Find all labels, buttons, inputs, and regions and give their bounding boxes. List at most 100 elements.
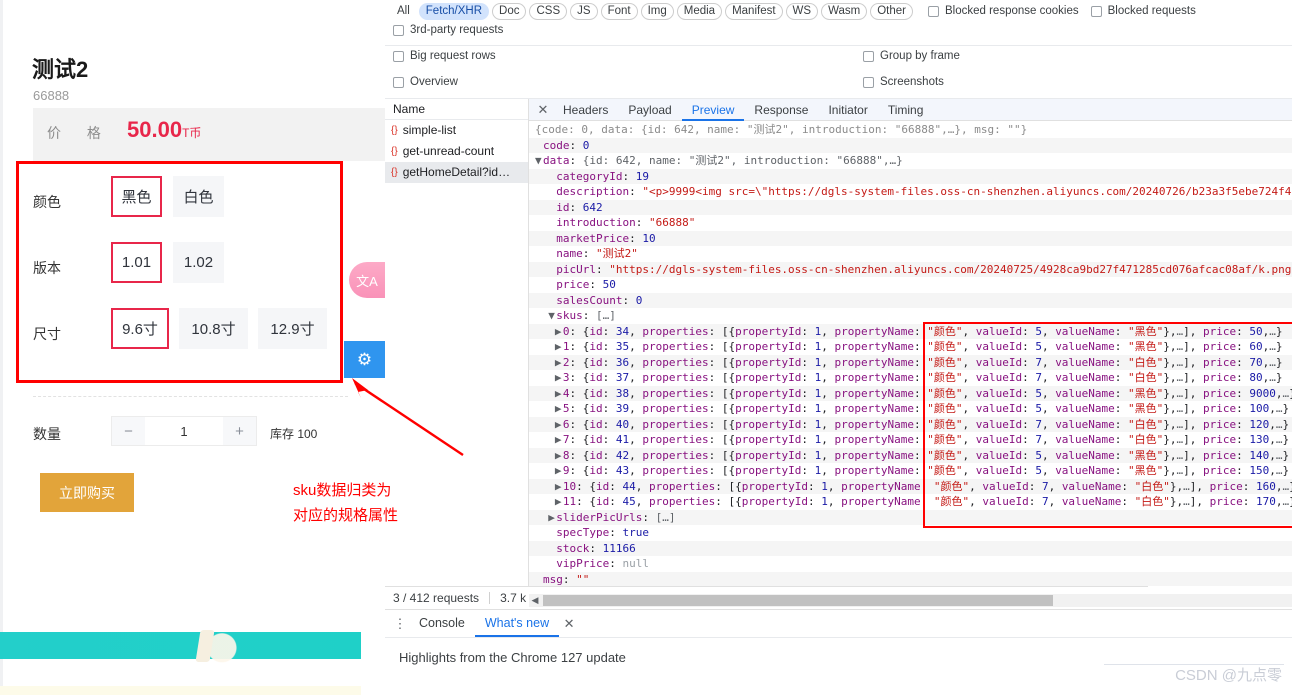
json-line-sku-3[interactable]: ▶3: {id: 37, properties: [{propertyId: 1…: [529, 370, 1292, 386]
json-line-sku-4[interactable]: ▶4: {id: 38, properties: [{propertyId: 1…: [529, 385, 1292, 401]
json-line-picUrl[interactable]: picUrl: "https://dgls-system-files.oss-c…: [529, 261, 1292, 277]
quantity-decrease-button[interactable]: −: [112, 417, 145, 445]
checkbox-box: [863, 76, 874, 88]
tab-timing[interactable]: Timing: [878, 99, 934, 121]
filter-type-fetch-xhr[interactable]: Fetch/XHR: [418, 2, 490, 20]
checkbox-label: Blocked response cookies: [945, 5, 1079, 17]
filter-type-ws[interactable]: WS: [785, 2, 819, 20]
json-line-skus[interactable]: ▼skus: […]: [529, 308, 1292, 324]
json-line-sku-2[interactable]: ▶2: {id: 36, properties: [{propertyId: 1…: [529, 354, 1292, 370]
json-line-introduction[interactable]: introduction: "66888": [529, 215, 1292, 231]
json-line-categoryId[interactable]: categoryId: 19: [529, 168, 1292, 184]
spec-label-size: 尺寸: [33, 326, 61, 342]
filter-type-img[interactable]: Img: [640, 2, 674, 20]
drawer-close-icon[interactable]: ✕: [559, 610, 579, 637]
quantity-value[interactable]: 1: [145, 417, 223, 445]
spec-option-version-102[interactable]: 1.02: [173, 242, 224, 283]
json-line-price[interactable]: price: 50: [529, 277, 1292, 293]
json-icon: {}: [391, 146, 398, 157]
checkbox-box: [393, 50, 404, 62]
json-line-sku-9[interactable]: ▶9: {id: 43, properties: [{propertyId: 1…: [529, 463, 1292, 479]
filter-type-manifest[interactable]: Manifest: [725, 2, 783, 20]
checkbox-3rd-party-requests[interactable]: 3rd-party requests: [393, 24, 503, 36]
close-icon[interactable]: ✕: [533, 102, 553, 118]
gear-icon[interactable]: ⚙: [344, 341, 385, 378]
checkbox-group-by-frame[interactable]: Group by frame: [863, 50, 960, 62]
request-row-get-unread-count[interactable]: {} get-unread-count: [385, 141, 528, 162]
json-line-sku-10[interactable]: ▶10: {id: 44, properties: [{propertyId: …: [529, 478, 1292, 494]
quantity-stepper[interactable]: − 1 +: [111, 416, 257, 446]
json-line-sku-5[interactable]: ▶5: {id: 39, properties: [{propertyId: 1…: [529, 401, 1292, 417]
json-line-specType[interactable]: specType: true: [529, 525, 1292, 541]
json-line-sku-7[interactable]: ▶7: {id: 41, properties: [{propertyId: 1…: [529, 432, 1292, 448]
json-line-vipPrice[interactable]: vipPrice: null: [529, 556, 1292, 572]
product-title: 测试2: [32, 57, 89, 82]
json-preview-tree[interactable]: {code: 0, data: {id: 642, name: "测试2", i…: [529, 121, 1292, 586]
request-row-gethomedetail[interactable]: {} getHomeDetail?id…: [385, 162, 528, 183]
spec-option-color-black[interactable]: 黑色: [111, 176, 162, 217]
drawer-tab-whats-new[interactable]: What's new: [474, 610, 560, 637]
json-line-root[interactable]: {code: 0, data: {id: 642, name: "测试2", i…: [529, 122, 1292, 138]
drawer-tab-console[interactable]: Console: [409, 610, 475, 637]
network-settings-options: Big request rows Group by frame Overview…: [385, 46, 1292, 98]
spec-option-size-108[interactable]: 10.8寸: [179, 308, 248, 349]
scroll-left-arrow-icon[interactable]: ◀: [529, 595, 541, 606]
buy-now-button[interactable]: 立即购买: [40, 473, 134, 512]
spec-option-size-129[interactable]: 12.9寸: [258, 308, 327, 349]
request-row-simple-list[interactable]: {} simple-list: [385, 120, 528, 141]
request-list: Name {} simple-list {} get-unread-count …: [385, 99, 529, 586]
third-party-row: 3rd-party requests: [393, 24, 1283, 42]
filter-type-media[interactable]: Media: [676, 2, 723, 20]
kebab-menu-icon[interactable]: ⋮: [391, 616, 409, 632]
filter-type-js[interactable]: JS: [570, 2, 598, 20]
json-line-description[interactable]: description: "<p>9999<img src=\"https://…: [529, 184, 1292, 200]
json-line-marketPrice[interactable]: marketPrice: 10: [529, 230, 1292, 246]
filter-type-font[interactable]: Font: [600, 2, 638, 20]
filter-type-wasm[interactable]: Wasm: [821, 2, 868, 20]
filter-type-other[interactable]: Other: [870, 2, 913, 20]
json-line-sliderPicUrls[interactable]: ▶sliderPicUrls: […]: [529, 509, 1292, 525]
panel-left-edge: [0, 0, 3, 695]
translate-icon[interactable]: 文A: [349, 262, 385, 298]
spec-option-size-96[interactable]: 9.6寸: [111, 308, 169, 349]
filter-type-all[interactable]: All: [391, 2, 416, 20]
tab-response[interactable]: Response: [744, 99, 818, 121]
json-line-sku-11[interactable]: ▶11: {id: 45, properties: [{propertyId: …: [529, 494, 1292, 510]
checkbox-screenshots[interactable]: Screenshots: [863, 76, 944, 88]
checkbox-overview[interactable]: Overview: [393, 76, 458, 88]
json-line-sku-1[interactable]: ▶1: {id: 35, properties: [{propertyId: 1…: [529, 339, 1292, 355]
filter-type-doc[interactable]: Doc: [492, 2, 527, 20]
checkbox-blocked-requests[interactable]: Blocked requests: [1090, 5, 1196, 17]
checkbox-label: 3rd-party requests: [410, 24, 504, 36]
json-line-sku-6[interactable]: ▶6: {id: 40, properties: [{propertyId: 1…: [529, 416, 1292, 432]
stock-text: 库存 100: [270, 427, 318, 441]
horizontal-scroll-thumb[interactable]: [543, 595, 1053, 606]
json-line-salesCount[interactable]: salesCount: 0: [529, 292, 1292, 308]
tab-payload[interactable]: Payload: [618, 99, 681, 121]
checkbox-blocked-response-cookies[interactable]: Blocked response cookies: [928, 5, 1079, 17]
json-line-sku-8[interactable]: ▶8: {id: 42, properties: [{propertyId: 1…: [529, 447, 1292, 463]
json-line-id[interactable]: id: 642: [529, 199, 1292, 215]
json-line-stock[interactable]: stock: 11166: [529, 540, 1292, 556]
spec-option-version-101[interactable]: 1.01: [111, 242, 162, 283]
detail-horizontal-scrollbar[interactable]: ◀: [529, 594, 1292, 607]
json-icon: {}: [391, 125, 398, 136]
filter-type-css[interactable]: CSS: [529, 2, 568, 20]
tab-initiator[interactable]: Initiator: [818, 99, 877, 121]
json-line-data[interactable]: ▼data: {id: 642, name: "测试2", introducti…: [529, 153, 1292, 169]
checkbox-box: [863, 50, 874, 62]
section-divider: [33, 396, 348, 397]
json-line-code[interactable]: code: 0: [529, 137, 1292, 153]
tab-preview[interactable]: Preview: [681, 99, 745, 121]
checkbox-big-request-rows[interactable]: Big request rows: [393, 50, 496, 62]
tab-headers[interactable]: Headers: [553, 99, 618, 121]
json-line-name[interactable]: name: "测试2": [529, 246, 1292, 262]
quantity-increase-button[interactable]: +: [223, 417, 256, 445]
price-label: 价 格: [47, 125, 112, 141]
spec-option-color-white[interactable]: 白色: [173, 176, 224, 217]
json-line-msg[interactable]: msg: "": [529, 571, 1292, 586]
quantity-label: 数量: [33, 426, 61, 442]
request-count: 3 / 412 requests: [393, 590, 480, 605]
request-list-header: Name: [385, 99, 528, 120]
json-line-sku-0[interactable]: ▶0: {id: 34, properties: [{propertyId: 1…: [529, 323, 1292, 339]
